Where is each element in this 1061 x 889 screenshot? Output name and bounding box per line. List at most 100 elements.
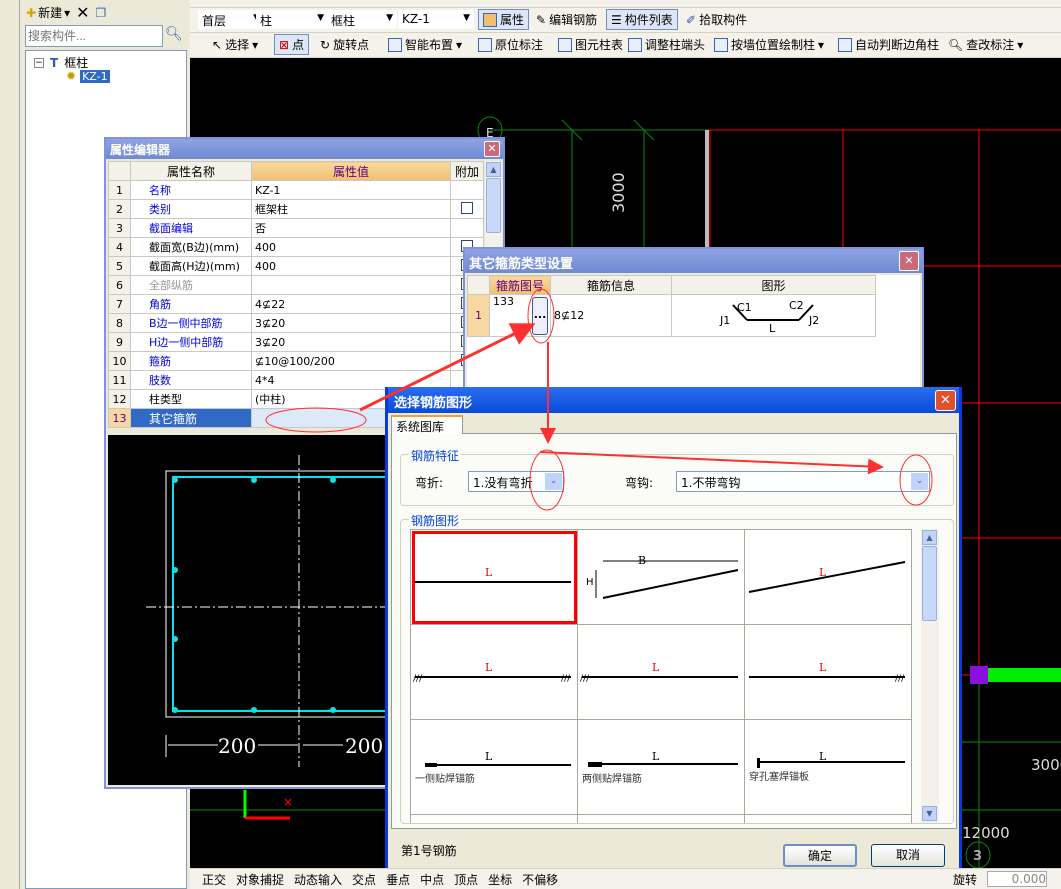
svg-text:L: L <box>652 750 660 763</box>
check-annotation-button[interactable]: 🔍︎ 查改标注 ▾ <box>944 34 1027 55</box>
eyedropper-icon: ✐ <box>686 12 697 27</box>
status-toggle[interactable]: 动态输入 <box>294 871 342 888</box>
stirrup-shape: C1 C2 J1 J2 L <box>671 294 876 337</box>
scroll-up-icon: ▲ <box>922 530 937 545</box>
scroll-down-icon: ▼ <box>922 806 937 821</box>
shape-option[interactable] <box>411 815 578 823</box>
shape-option[interactable]: L <box>411 530 578 625</box>
status-toggle[interactable]: 顶点 <box>454 871 478 888</box>
shape-option[interactable]: /// L <box>578 625 745 720</box>
property-value[interactable]: 否 <box>251 218 451 238</box>
hook-select[interactable]: 1.不带弯钩 ⌄ <box>676 471 930 492</box>
column-table-button[interactable]: 图元柱表 <box>554 34 627 55</box>
category-select[interactable]: 柱 ▼ <box>256 10 328 29</box>
shape-option[interactable] <box>578 815 745 823</box>
shape-grid-scrollbar[interactable]: ▲ ▼ <box>921 529 939 823</box>
status-toggle[interactable]: 对象捕捉 <box>236 871 284 888</box>
tree-node-kz1[interactable]: ✹ KZ-1 <box>66 69 110 83</box>
svg-text:///: /// <box>580 674 590 684</box>
collapse-icon[interactable]: − <box>34 57 44 68</box>
property-name: B边一侧中部筋 <box>130 313 252 333</box>
subtype-select[interactable]: 框柱 ▼ <box>327 10 397 29</box>
table-row[interactable]: 3 截面编辑 否 <box>108 218 484 238</box>
table-row[interactable]: 1 名称 KZ-1 <box>108 180 484 200</box>
property-value[interactable]: 框架柱 <box>251 199 451 219</box>
rebar-feature-group: 钢筋特征 弯折: 1.没有弯折 ⌄ 弯钩: 1.不带弯钩 ⌄ <box>400 447 954 506</box>
property-value[interactable]: 400 <box>251 237 451 257</box>
delete-icon[interactable]: ✕ <box>76 3 89 22</box>
rotate-input[interactable]: 0.000 <box>987 871 1047 887</box>
status-toggle[interactable]: 正交 <box>202 871 226 888</box>
stirrup-table: 箍筋图号 箍筋信息 图形 1 133... 8⊈12 C1 C2 J1 J2 L <box>467 275 876 337</box>
property-value[interactable]: 3⊈20 <box>251 332 451 352</box>
stirrup-code[interactable]: 133 <box>493 295 514 308</box>
hook-label: 弯钩: <box>625 476 654 490</box>
status-toggle[interactable]: 坐标 <box>488 871 512 888</box>
tab-system-library[interactable]: 系统图库 <box>391 415 463 434</box>
close-icon[interactable]: ✕ <box>484 141 500 157</box>
svg-text:L: L <box>485 750 493 763</box>
component-list-button[interactable]: ☰ 构件列表 <box>606 9 678 30</box>
close-icon[interactable]: ✕ <box>935 390 956 411</box>
status-toggle[interactable]: 交点 <box>352 871 376 888</box>
svg-text:L: L <box>652 661 660 674</box>
browse-button[interactable]: ... <box>532 297 548 335</box>
property-value[interactable]: 400 <box>251 256 451 276</box>
adjust-column-end-button[interactable]: 调整柱端头 <box>624 34 709 55</box>
search-icon[interactable]: 🔍︎ <box>165 26 183 42</box>
shape-option[interactable]: /// L <box>745 625 912 720</box>
component-select[interactable]: KZ-1 ▼ <box>398 10 474 29</box>
axis-label-3: 3 <box>973 849 982 864</box>
svg-text:L: L <box>819 661 827 674</box>
table-row[interactable]: 8 B边一侧中部筋 3⊈20 <box>108 313 484 333</box>
smart-layout-button[interactable]: 智能布置 ▾ <box>384 34 466 55</box>
edit-rebar-button[interactable]: ✎ 编辑钢筋 <box>532 9 601 30</box>
cancel-button[interactable]: 取消 <box>871 844 945 867</box>
rotate-point-button[interactable]: ↻ 旋转点 <box>316 34 373 55</box>
shape-option[interactable]: L 两侧贴焊锚筋 <box>578 720 745 815</box>
svg-text:H: H <box>586 577 594 588</box>
table-row[interactable]: 5 截面高(H边)(mm) 400 <box>108 256 484 276</box>
shape-option[interactable]: BH <box>578 530 745 625</box>
property-value[interactable]: ⊈10@100/200 <box>251 351 451 371</box>
shape-option[interactable]: L 穿孔塞焊锚板 <box>745 720 912 815</box>
shape-option[interactable] <box>745 815 912 823</box>
status-toggle[interactable]: 不偏移 <box>522 871 558 888</box>
pick-component-button[interactable]: ✐ 拾取构件 <box>682 9 751 30</box>
ok-button[interactable]: 确定 <box>783 844 857 867</box>
table-row[interactable]: 2 类别 框架柱 <box>108 199 484 219</box>
table-row[interactable]: 10 箍筋 ⊈10@100/200 <box>108 351 484 371</box>
in-place-annotation-button[interactable]: 原位标注 <box>474 34 547 55</box>
table-row[interactable]: 6 全部纵筋 <box>108 275 484 295</box>
shape-option[interactable]: L 一侧贴焊锚筋 <box>411 720 578 815</box>
table-row[interactable]: 1 133... 8⊈12 C1 C2 J1 J2 L <box>467 294 876 337</box>
status-toggle[interactable]: 中点 <box>420 871 444 888</box>
bend-select[interactable]: 1.没有弯折 ⌄ <box>468 471 564 492</box>
status-toggle[interactable]: 垂点 <box>386 871 410 888</box>
table-row[interactable]: 7 角筋 4⊈22 <box>108 294 484 314</box>
property-value[interactable] <box>251 275 451 295</box>
property-name: 肢数 <box>130 370 252 390</box>
property-value[interactable]: 3⊈20 <box>251 313 451 333</box>
auto-corner-column-button[interactable]: 自动判断边角柱 <box>834 34 943 55</box>
select-button[interactable]: ↖ 选择 ▾ <box>208 34 262 55</box>
extra-checkbox[interactable] <box>461 201 473 214</box>
shape-option[interactable]: /// /// L <box>411 625 578 720</box>
table-row[interactable]: 9 H边一侧中部筋 3⊈20 <box>108 332 484 352</box>
property-name: H边一侧中部筋 <box>130 332 252 352</box>
close-icon[interactable]: ✕ <box>899 251 919 271</box>
left-dock-strip <box>0 0 20 889</box>
point-button[interactable]: ⊠ 点 <box>274 34 310 55</box>
new-button[interactable]: ✚ 新建 ▾ <box>26 4 70 21</box>
toolbar-row-2: ↖ 选择 ▾ ⊠ 点 ↻ 旋转点 智能布置 ▾ 原位标注 图元柱表 调整柱端头 按墙位… <box>190 33 1061 58</box>
copy-icon[interactable]: ❐ <box>96 6 107 20</box>
property-value[interactable]: KZ-1 <box>251 180 451 200</box>
properties-button[interactable]: 属性 <box>478 9 530 30</box>
floor-select[interactable]: 首层▼ <box>198 10 264 29</box>
property-value[interactable]: 4⊈22 <box>251 294 451 314</box>
shape-option[interactable]: L <box>745 530 912 625</box>
table-row[interactable]: 4 截面宽(B边)(mm) 400 <box>108 237 484 257</box>
table-icon <box>558 37 572 52</box>
search-input[interactable] <box>25 25 163 47</box>
draw-by-wall-button[interactable]: 按墙位置绘制柱 ▾ <box>710 34 828 55</box>
